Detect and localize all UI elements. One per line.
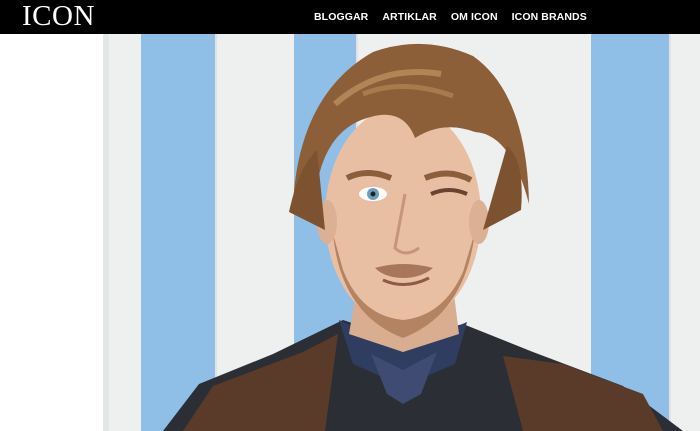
main-nav: BLOGGAR ARTIKLAR OM ICON ICON BRANDS (314, 0, 601, 34)
hero-image (103, 34, 700, 431)
nav-item-bloggar[interactable]: BLOGGAR (314, 11, 368, 23)
nav-item-icon-brands[interactable]: ICON BRANDS (512, 11, 587, 23)
portrait-photo (103, 34, 700, 431)
nav-item-om-icon[interactable]: OM ICON (451, 11, 498, 23)
top-navigation-bar: ICON BLOGGAR ARTIKLAR OM ICON ICON BRAND… (0, 0, 700, 34)
nav-item-artiklar[interactable]: ARTIKLAR (382, 11, 436, 23)
icon-logo[interactable]: ICON (22, 1, 95, 32)
